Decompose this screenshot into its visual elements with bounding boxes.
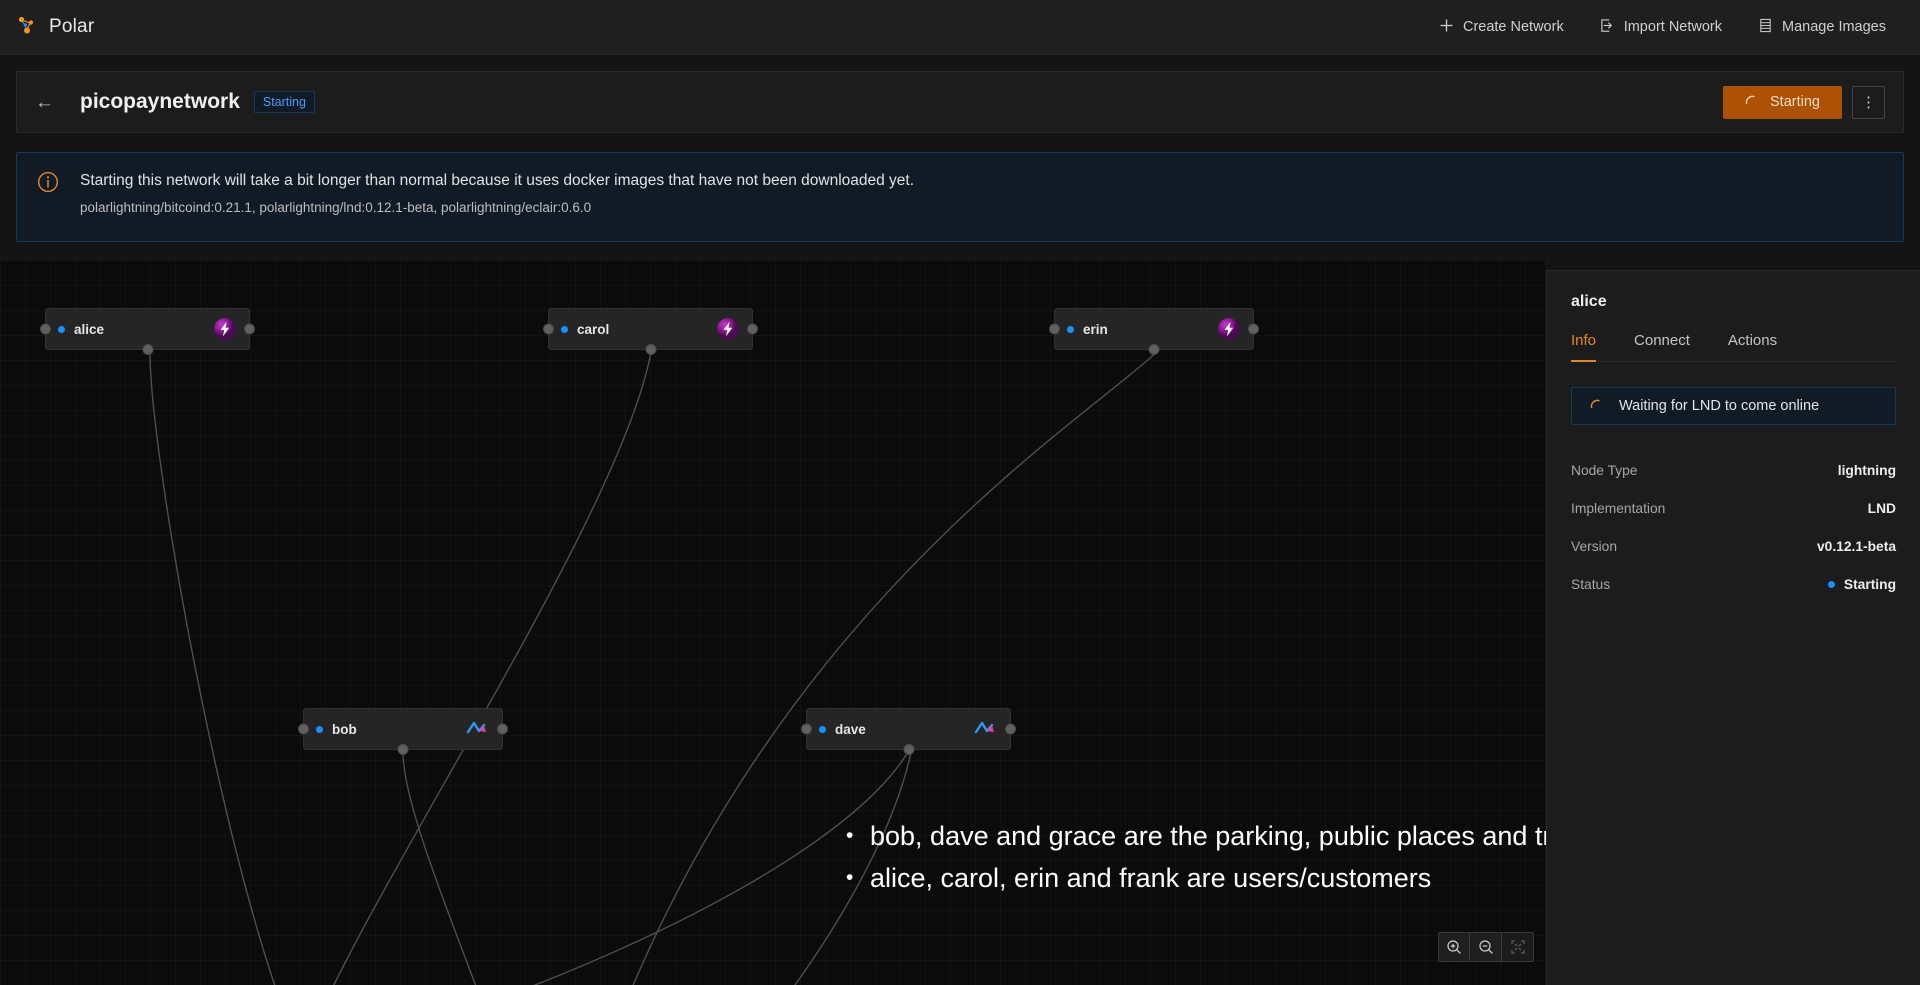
node-label: erin — [1083, 321, 1108, 337]
more-vertical-icon[interactable]: ⋮ — [1852, 85, 1885, 119]
brand-name: Polar — [49, 16, 95, 37]
clightning-icon — [466, 717, 490, 741]
node-status-dot — [561, 325, 568, 333]
node-status-dot — [58, 325, 65, 333]
node-handle-bottom[interactable] — [397, 744, 409, 755]
info-circle-icon — [37, 171, 59, 193]
node-status-dot — [316, 725, 323, 733]
sidebar-node-title: alice — [1571, 293, 1607, 310]
create-network-button[interactable]: Create Network — [1421, 12, 1582, 43]
node-handle-bottom[interactable] — [142, 344, 153, 355]
network-header-card: ← picopaynetwork Starting Starting ⋮ — [16, 71, 1904, 133]
info-row-value: lightning — [1837, 462, 1896, 478]
node-label: alice — [74, 321, 105, 337]
network-node-erin[interactable]: erin — [1049, 308, 1259, 355]
info-row-node-type: Node Type lightning — [1571, 451, 1896, 489]
zoom-out-icon[interactable] — [1470, 932, 1502, 962]
fit-screen-icon[interactable] — [1502, 932, 1534, 962]
node-handle-right[interactable] — [1005, 723, 1016, 735]
zoom-in-icon[interactable] — [1438, 932, 1470, 962]
tab-actions[interactable]: Actions — [1728, 332, 1777, 362]
info-row-version: Version v0.12.1-beta — [1571, 527, 1896, 565]
manage-images-label: Manage Images — [1782, 19, 1886, 35]
lnd-icon — [716, 317, 740, 341]
alert-description: polarlightning/bitcoind:0.21.1, polarlig… — [80, 200, 592, 215]
node-handle-right[interactable] — [244, 323, 255, 335]
node-label: carol — [577, 321, 610, 337]
node-status-dot — [819, 725, 826, 733]
import-network-button[interactable]: Import Network — [1582, 12, 1740, 43]
node-details-sidebar: alice Info Connect Actions Waiting for L… — [1546, 270, 1920, 985]
node-info-rows: Node Type lightning Implementation LND V… — [1571, 451, 1896, 603]
waiting-banner-text: Waiting for LND to come online — [1619, 398, 1820, 414]
tab-info[interactable]: Info — [1571, 332, 1597, 362]
brand[interactable]: Polar — [0, 14, 94, 41]
server-icon — [1758, 18, 1773, 37]
network-start-label: Starting — [1770, 94, 1820, 110]
edge-bob-backend1 — [402, 751, 477, 985]
polar-logo-icon — [16, 14, 38, 41]
node-handle-left[interactable] — [298, 723, 309, 735]
info-row-value: Starting — [1843, 576, 1896, 592]
network-actions: Starting ⋮ — [1723, 85, 1885, 119]
status-badge: Starting — [253, 91, 315, 113]
node-handle-right[interactable] — [1248, 323, 1259, 335]
clightning-icon — [974, 717, 998, 741]
node-handle-right[interactable] — [747, 323, 758, 335]
edge-alice-backend1 — [149, 351, 276, 985]
network-node-bob[interactable]: bob — [298, 708, 508, 755]
node-handle-bottom[interactable] — [1148, 344, 1160, 355]
info-row-key: Status — [1571, 576, 1611, 592]
spinner-icon — [1745, 95, 1759, 109]
zoom-controls — [1438, 932, 1534, 962]
waiting-banner: Waiting for LND to come online — [1571, 387, 1896, 425]
spinner-icon — [1590, 399, 1604, 413]
tab-connect[interactable]: Connect — [1634, 332, 1690, 362]
network-node-alice[interactable]: alice — [40, 308, 255, 355]
create-network-label: Create Network — [1462, 19, 1564, 35]
top-nav-items: Create Network Import Network Manage Ima… — [1421, 12, 1920, 43]
node-handle-right[interactable] — [497, 723, 508, 735]
lnd-icon — [213, 317, 237, 341]
node-handle-left[interactable] — [801, 723, 812, 735]
node-handle-bottom[interactable] — [903, 744, 914, 755]
info-row-implementation: Implementation LND — [1571, 489, 1896, 527]
info-row-key: Implementation — [1571, 500, 1666, 516]
alert-body: Starting this network will take a bit lo… — [80, 170, 914, 224]
status-dot-icon — [1827, 580, 1835, 588]
top-navigation-bar: Polar Create Network Import Network Mana… — [0, 0, 1920, 55]
info-row-value: v0.12.1-beta — [1817, 538, 1896, 554]
alert-message: Starting this network will take a bit lo… — [80, 172, 915, 189]
node-label: bob — [332, 721, 357, 737]
network-node-carol[interactable]: carol — [543, 308, 758, 355]
node-handle-bottom[interactable] — [645, 344, 656, 355]
arrow-left-icon[interactable]: ← — [35, 93, 58, 112]
info-row-value-wrap: Starting — [1827, 576, 1896, 592]
info-row-value: LND — [1867, 500, 1896, 516]
plus-icon — [1439, 18, 1454, 37]
edge-carol-backend1 — [333, 351, 652, 985]
sidebar-tabs: Info Connect Actions — [1571, 332, 1896, 362]
polar-app-window: Polar Create Network Import Network Mana… — [0, 0, 1920, 985]
info-row-key: Node Type — [1571, 462, 1638, 478]
info-row-status: Status Starting — [1571, 565, 1896, 603]
info-alert: Starting this network will take a bit lo… — [16, 152, 1904, 242]
page-title: picopaynetwork — [80, 90, 240, 113]
import-icon — [1600, 18, 1615, 37]
network-start-button[interactable]: Starting — [1723, 85, 1842, 119]
network-node-dave[interactable]: dave — [801, 708, 1016, 755]
node-label: dave — [835, 721, 866, 737]
lnd-icon — [1217, 317, 1241, 341]
node-handle-left[interactable] — [543, 323, 554, 335]
import-network-label: Import Network — [1623, 19, 1723, 35]
manage-images-button[interactable]: Manage Images — [1740, 12, 1904, 43]
info-row-key: Version — [1571, 538, 1618, 554]
node-handle-left[interactable] — [1049, 323, 1060, 335]
node-status-dot — [1067, 325, 1074, 333]
node-handle-left[interactable] — [40, 323, 51, 335]
